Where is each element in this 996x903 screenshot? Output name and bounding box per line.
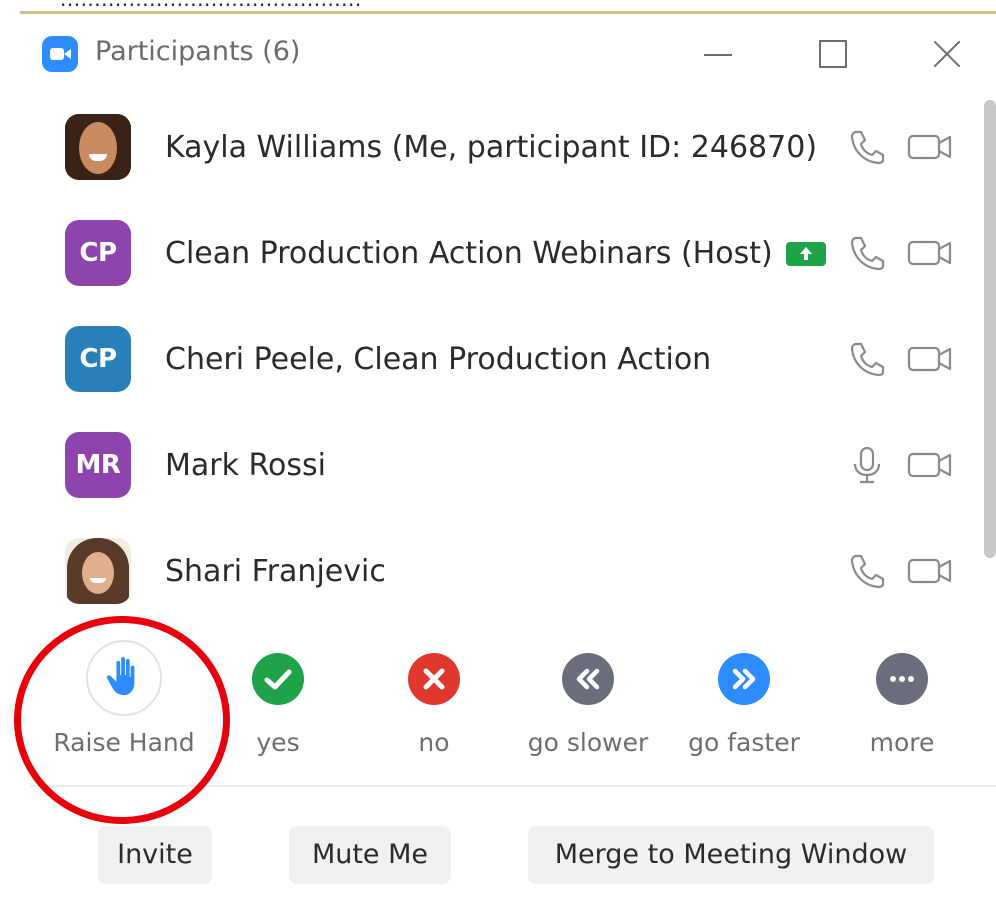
participant-list: Kayla Williams (Me, participant ID: 2468… [20,94,980,604]
participant-row[interactable]: MR Mark Rossi [20,412,980,518]
raise-hand-button[interactable]: Raise Hand [44,640,204,760]
reaction-label: go faster [688,728,800,757]
avatar [65,114,131,180]
no-button[interactable]: no [354,640,514,760]
video-camera-icon[interactable] [906,338,954,380]
titlebar: Participants (6) [20,14,996,94]
yes-button[interactable]: yes [198,640,358,760]
microphone-icon[interactable] [846,444,888,486]
video-camera-icon[interactable] [906,444,954,486]
divider [30,785,996,787]
go-faster-button[interactable]: go faster [664,640,824,760]
participant-name: Cheri Peele, Clean Production Action [165,342,712,377]
mute-me-button[interactable]: Mute Me [289,826,451,884]
invite-button[interactable]: Invite [98,826,212,884]
video-camera-icon[interactable] [906,550,954,592]
participant-row[interactable]: Kayla Williams (Me, participant ID: 2468… [20,94,980,200]
more-dots-icon [876,653,928,705]
reaction-label: Raise Hand [53,728,195,757]
avatar: MR [65,432,131,498]
go-slower-button[interactable]: go slower [508,640,668,760]
participant-row[interactable]: Shari Franjevic [20,518,980,604]
merge-to-meeting-window-button[interactable]: Merge to Meeting Window [528,826,934,884]
background-window-strip: ........................................… [0,0,996,14]
participant-name: Shari Franjevic [165,554,386,589]
more-button[interactable]: more [822,640,982,760]
video-camera-icon[interactable] [906,232,954,274]
minimize-icon[interactable] [696,32,740,76]
phone-icon[interactable] [846,232,888,274]
reactions-bar: Raise Hand yes no go slower go faster mo… [20,640,996,780]
checkmark-icon [252,653,304,705]
fast-forward-icon [718,653,770,705]
maximize-icon[interactable] [810,32,854,76]
phone-icon[interactable] [846,550,888,592]
participant-name: Clean Production Action Webinars (Host) [165,236,773,271]
avatar: CP [65,326,131,392]
participant-row[interactable]: CP Clean Production Action Webinars (Hos… [20,200,980,306]
reaction-label: more [869,728,935,757]
raise-hand-icon [86,640,162,716]
background-text: ........................................… [60,0,362,11]
phone-icon[interactable] [846,126,888,168]
reaction-label: go slower [527,728,649,757]
share-screen-icon [786,242,826,266]
participant-row[interactable]: CP Cheri Peele, Clean Production Action [20,306,980,412]
avatar [65,538,131,604]
participant-name: Kayla Williams (Me, participant ID: 2468… [165,130,818,165]
participant-name: Mark Rossi [165,448,326,483]
participants-window: Participants (6) Kayla Williams (Me, par… [20,14,996,903]
reaction-label: yes [256,728,300,757]
reaction-label: no [418,728,450,757]
avatar: CP [65,220,131,286]
close-icon[interactable] [926,32,970,76]
zoom-logo-icon [42,36,78,72]
x-icon [408,653,460,705]
scrollbar[interactable] [984,100,996,558]
window-title: Participants (6) [95,36,301,67]
rewind-icon [562,653,614,705]
video-camera-icon[interactable] [906,126,954,168]
phone-icon[interactable] [846,338,888,380]
